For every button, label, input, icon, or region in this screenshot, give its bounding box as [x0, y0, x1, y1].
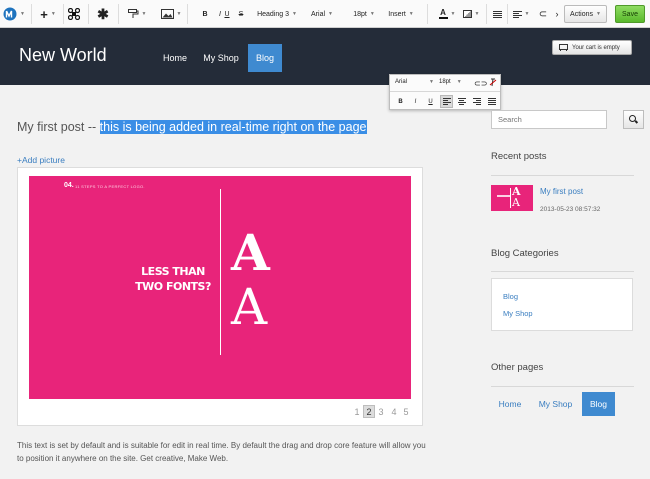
chevron-down-icon: ▼: [596, 11, 601, 17]
settings-gear-icon[interactable]: ✱: [96, 0, 110, 28]
cart-label: Your cart is empty: [572, 44, 620, 51]
nav-item-my-shop[interactable]: My Shop: [200, 44, 242, 72]
categories-box: Blog My Shop: [491, 278, 633, 331]
mini-font-size-dropdown[interactable]: 18pt ▼: [439, 79, 469, 85]
recent-post-link[interactable]: My first post: [540, 187, 583, 196]
cart-button[interactable]: Your cart is empty: [552, 40, 632, 55]
save-button[interactable]: Save: [615, 5, 645, 23]
inline-format-toolbar: Arial ▼ 18pt ▼ ⊂⊃ B I U: [389, 74, 501, 110]
other-page-my-shop[interactable]: My Shop: [533, 392, 578, 416]
font-style-value: Heading 3: [257, 10, 289, 18]
list-icon[interactable]: [490, 0, 504, 28]
add-picture-link[interactable]: +Add picture: [17, 155, 65, 165]
strikethrough-button[interactable]: S: [236, 0, 246, 28]
category-link-blog[interactable]: Blog: [503, 292, 518, 301]
mini-underline-button[interactable]: U: [424, 95, 437, 108]
chevron-right-icon[interactable]: ›: [552, 0, 562, 28]
divider: [491, 175, 634, 176]
recent-posts-heading: Recent posts: [491, 151, 547, 162]
image-icon[interactable]: ▼: [160, 0, 182, 28]
align-right-icon[interactable]: [470, 95, 483, 108]
category-link-my-shop[interactable]: My Shop: [503, 309, 533, 318]
align-center-icon[interactable]: [455, 95, 468, 108]
pager-page-2[interactable]: 2: [363, 405, 375, 418]
slide-number: 04.: [64, 182, 74, 189]
chevron-down-icon: ▼: [328, 11, 333, 17]
font-family-value: Arial: [311, 10, 326, 18]
link-icon[interactable]: ⊂: [537, 0, 549, 28]
recent-post-thumbnail[interactable]: A A: [491, 185, 533, 211]
gallery-slide[interactable]: 04. 11 STEPS TO A PERFECT LOGO. LESS THA…: [29, 176, 411, 399]
post-title-text: My first post --: [17, 120, 100, 134]
divider: [491, 386, 634, 387]
align-icon[interactable]: ▼: [511, 0, 531, 28]
actions-dropdown[interactable]: Actions ▼: [564, 5, 607, 23]
mini-font-family-value: Arial: [395, 79, 408, 85]
cart-icon: [558, 44, 568, 51]
link-icon[interactable]: ⊂⊃: [474, 79, 487, 88]
site-logo[interactable]: New World: [19, 45, 107, 66]
insert-dropdown[interactable]: Insert ▼: [386, 0, 416, 28]
search-icon: [629, 115, 636, 122]
highlight-color-icon[interactable]: ▼: [460, 0, 482, 28]
chevron-down-icon: ▼: [429, 79, 434, 85]
actions-label: Actions: [570, 10, 593, 18]
pager-page-5[interactable]: 5: [400, 405, 412, 418]
clear-format-icon[interactable]: [489, 78, 497, 87]
image-gallery: 04. 11 STEPS TO A PERFECT LOGO. LESS THA…: [17, 167, 423, 426]
other-pages-heading: Other pages: [491, 362, 544, 373]
font-size-dropdown[interactable]: 18pt ▼: [350, 0, 378, 28]
divider: [491, 271, 634, 272]
mini-bold-button[interactable]: B: [394, 95, 407, 108]
slide-divider: [220, 189, 221, 355]
post-title-selected-text[interactable]: this is being added in real-time right o…: [99, 120, 367, 134]
align-left-icon[interactable]: [440, 95, 453, 108]
search-input[interactable]: [491, 110, 607, 129]
align-justify-icon[interactable]: [485, 95, 498, 108]
pager-page-1[interactable]: 1: [351, 405, 363, 418]
app-logo-icon[interactable]: ▼: [3, 0, 25, 28]
post-body[interactable]: This text is set by default and is suita…: [17, 439, 427, 465]
nav-item-home[interactable]: Home: [158, 44, 192, 72]
format-painter-icon[interactable]: ▼: [124, 0, 150, 28]
slide-letter-thin: A: [231, 278, 268, 336]
underline-button[interactable]: U: [222, 0, 232, 28]
chevron-down-icon: ▼: [408, 11, 414, 17]
other-page-home[interactable]: Home: [492, 392, 528, 416]
site-header: New World Home My Shop Blog Your cart is…: [0, 28, 650, 85]
slide-letter-bold: A: [231, 223, 270, 282]
pager-page-4[interactable]: 4: [388, 405, 400, 418]
chevron-down-icon: ▼: [291, 11, 297, 17]
font-size-value: 18pt: [353, 10, 367, 18]
chevron-down-icon[interactable]: ▼: [450, 0, 456, 28]
search-button[interactable]: [623, 110, 644, 129]
mini-italic-button[interactable]: I: [409, 95, 422, 108]
insert-label: Insert: [388, 10, 406, 18]
other-page-blog[interactable]: Blog: [582, 392, 615, 416]
slide-headline: LESS THAN TWO FONTS?: [135, 265, 211, 293]
bold-button[interactable]: B: [200, 0, 210, 28]
mini-font-size-value: 18pt: [439, 79, 451, 85]
nav-item-blog[interactable]: Blog: [248, 44, 282, 72]
mini-font-family-dropdown[interactable]: Arial ▼: [395, 79, 435, 85]
post-title[interactable]: My first post -- this is being added in …: [17, 120, 367, 134]
recent-post-date: 2013-05-23 08:57:32: [540, 206, 601, 213]
chevron-down-icon: ▼: [456, 79, 462, 85]
editor-toolbar: ▼ + ▼ ✱ ▼ ▼ B I U S Heading 3 ▼ Arial ▼ 18p…: [0, 0, 650, 28]
layout-blocks-icon[interactable]: [66, 0, 82, 28]
blog-categories-heading: Blog Categories: [491, 248, 559, 259]
add-element-icon[interactable]: + ▼: [37, 0, 59, 28]
font-style-dropdown[interactable]: Heading 3 ▼: [253, 0, 301, 28]
chevron-down-icon: ▼: [369, 11, 375, 17]
font-family-dropdown[interactable]: Arial ▼: [307, 0, 337, 28]
pager-page-3[interactable]: 3: [375, 405, 387, 418]
slide-subtitle: 11 STEPS TO A PERFECT LOGO.: [75, 184, 145, 189]
